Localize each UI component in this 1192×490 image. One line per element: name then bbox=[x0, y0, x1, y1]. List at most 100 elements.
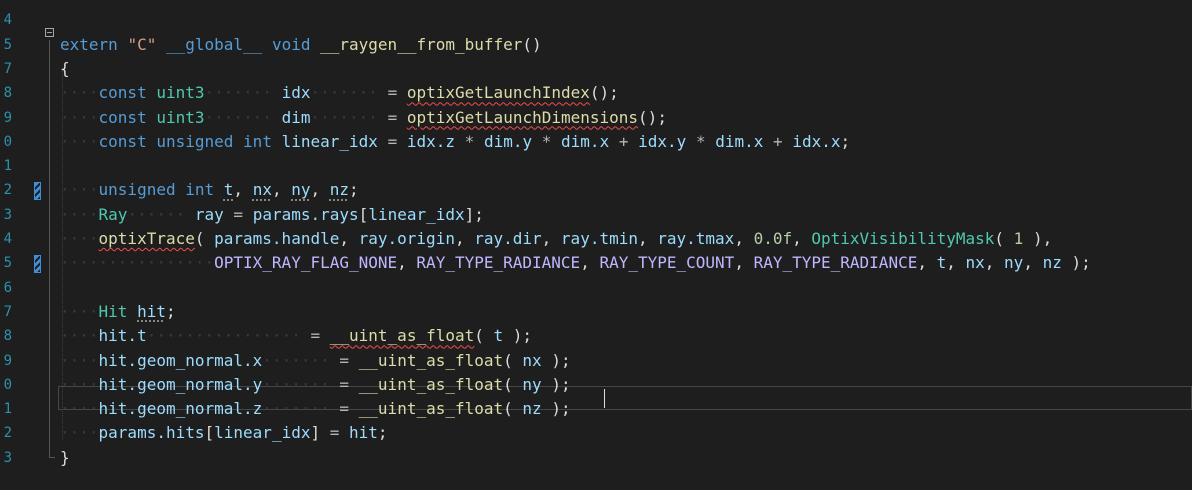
code-line[interactable]: 3} bbox=[0, 446, 1192, 470]
code-token: unsigned bbox=[98, 180, 176, 200]
code-token: { bbox=[60, 58, 70, 78]
whitespace-marker: ······· bbox=[204, 107, 272, 127]
code-line[interactable]: 4 bbox=[0, 8, 1192, 32]
whitespace-marker: ················ bbox=[60, 253, 215, 273]
code-token: , bbox=[1023, 253, 1043, 273]
code-text[interactable]: ····const unsigned int linear_idx = idx.… bbox=[60, 130, 850, 154]
code-token: 1 bbox=[1013, 229, 1024, 249]
code-token: ray.tmax bbox=[657, 229, 735, 249]
code-token: nx bbox=[965, 253, 985, 273]
code-text[interactable]: ····unsigned int t, nx, ny, nz; bbox=[60, 178, 359, 202]
code-text[interactable]: ····optixTrace( params.handle, ray.origi… bbox=[60, 227, 1052, 251]
code-token: , bbox=[917, 253, 937, 273]
code-token: * bbox=[541, 131, 552, 151]
code-line[interactable]: 8 ····hit.t················ = __uint_as_f… bbox=[0, 324, 1192, 348]
code-text[interactable]: ····Hit hit; bbox=[60, 300, 176, 324]
code-line[interactable]: 0 ····hit.geom_normal.y······· = __uint_a… bbox=[0, 373, 1192, 397]
code-text[interactable]: ····params.hits[linear_idx] = hit; bbox=[60, 421, 388, 445]
code-token: = bbox=[339, 350, 350, 370]
code-token: RAY_TYPE_RADIANCE bbox=[753, 253, 918, 273]
code-token: ( bbox=[474, 326, 494, 346]
code-line[interactable]: 4 ····optixTrace( params.handle, ray.orig… bbox=[0, 227, 1192, 251]
code-text[interactable]: extern "C" __global__ void __raygen__fro… bbox=[60, 33, 542, 57]
code-token: nz bbox=[1042, 253, 1062, 273]
code-line[interactable]: 2 ····unsigned int t, nx, ny, nz; bbox=[0, 178, 1192, 202]
code-token: (); bbox=[638, 107, 667, 127]
code-token: , bbox=[271, 180, 292, 200]
code-text[interactable]: ················OPTIX_RAY_FLAG_NONE, RAY… bbox=[60, 251, 1091, 275]
code-line[interactable]: 2 ····params.hits[linear_idx] = hit; bbox=[0, 421, 1192, 445]
code-token: ; bbox=[840, 131, 851, 151]
code-token: = bbox=[387, 131, 398, 151]
whitespace-marker: ···· bbox=[60, 399, 99, 419]
code-token: ); bbox=[541, 350, 571, 370]
code-text[interactable]: ····hit.geom_normal.z······· = __uint_as… bbox=[60, 397, 571, 421]
code-token: __uint_as_float bbox=[358, 399, 504, 419]
code-token: t bbox=[223, 180, 234, 200]
code-line[interactable]: 1 ····hit.geom_normal.z······· = __uint_a… bbox=[0, 397, 1192, 421]
code-text[interactable]: ····const uint3······· idx······· = opti… bbox=[60, 81, 619, 105]
code-token: optixTrace bbox=[98, 229, 195, 249]
code-editor[interactable]: 4 5 extern "C" __global__ void __raygen__f… bbox=[0, 0, 1192, 490]
code-token: int bbox=[185, 180, 215, 200]
code-token: ); bbox=[541, 399, 571, 419]
code-token: t bbox=[936, 253, 947, 273]
code-token: ( bbox=[194, 229, 215, 249]
code-text[interactable]: ····hit.t················ = __uint_as_fl… bbox=[60, 324, 532, 348]
code-token: = bbox=[387, 107, 398, 127]
code-token: } bbox=[60, 447, 70, 467]
code-line[interactable]: 5 extern "C" __global__ void __raygen__fr… bbox=[0, 33, 1192, 57]
line-number: 8 bbox=[3, 85, 12, 102]
code-token: , bbox=[339, 229, 359, 249]
code-line[interactable]: 6 bbox=[0, 276, 1192, 300]
code-line[interactable]: 3 ····Ray······ ray = params.rays[linear_… bbox=[0, 203, 1192, 227]
whitespace-marker: ···· bbox=[60, 301, 99, 321]
code-line[interactable]: 9 ····hit.geom_normal.x······· = __uint_a… bbox=[0, 349, 1192, 373]
code-token: dim.x bbox=[561, 131, 610, 151]
line-number: 1 bbox=[3, 401, 12, 418]
whitespace-marker: ······· bbox=[310, 107, 378, 127]
code-line[interactable]: 8 ····const uint3······· idx······· = opt… bbox=[0, 81, 1192, 105]
code-text[interactable]: ····hit.geom_normal.x······· = __uint_as… bbox=[60, 349, 571, 373]
code-line[interactable]: 9 ····const uint3······· dim······· = opt… bbox=[0, 106, 1192, 130]
code-token: dim bbox=[281, 107, 311, 127]
code-text[interactable]: ····Ray······ ray = params.rays[linear_i… bbox=[60, 203, 484, 227]
code-line[interactable]: 7 ····Hit hit; bbox=[0, 300, 1192, 324]
code-line[interactable]: 0 ····const unsigned int linear_idx = idx… bbox=[0, 130, 1192, 154]
whitespace-marker: ···· bbox=[60, 83, 99, 103]
code-token: t bbox=[493, 326, 504, 346]
line-number: 1 bbox=[3, 158, 12, 175]
line-number: 3 bbox=[3, 449, 12, 466]
code-text[interactable]: ····const uint3······· dim······· = opti… bbox=[60, 106, 667, 130]
code-token: hit.geom_normal.y bbox=[98, 374, 263, 394]
code-token: int bbox=[243, 131, 272, 151]
code-token: () bbox=[522, 34, 542, 54]
code-token: linear_idx bbox=[214, 423, 311, 443]
code-text[interactable]: } bbox=[60, 446, 70, 470]
code-token: , bbox=[984, 253, 1005, 273]
code-token: Hit bbox=[98, 301, 128, 321]
code-text[interactable]: { bbox=[60, 57, 70, 81]
code-line[interactable]: 1 bbox=[0, 154, 1192, 178]
code-token: ray.dir bbox=[474, 229, 542, 249]
change-marker-icon bbox=[34, 254, 41, 273]
code-token: dim.y bbox=[483, 131, 533, 151]
code-token: linear_idx bbox=[281, 131, 378, 151]
code-line[interactable]: 5 ················OPTIX_RAY_FLAG_NONE, RA… bbox=[0, 251, 1192, 275]
code-token: __uint_as_float bbox=[358, 374, 504, 394]
code-token: hit.geom_normal.x bbox=[98, 350, 263, 370]
code-text[interactable]: ····hit.geom_normal.y······· = __uint_as… bbox=[60, 373, 571, 397]
code-line[interactable]: 7{ bbox=[0, 57, 1192, 81]
code-token: ( bbox=[503, 399, 523, 419]
